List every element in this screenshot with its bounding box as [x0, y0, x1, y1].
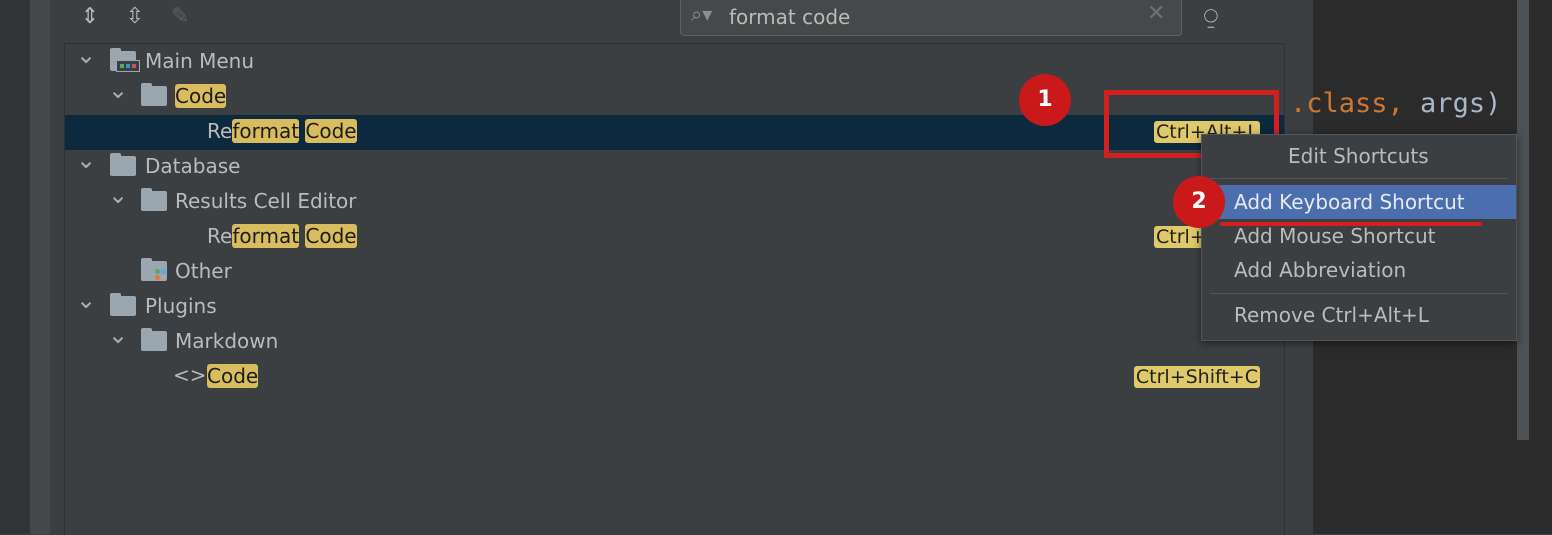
- label-text: Re: [207, 119, 233, 143]
- menu-item-label: Add Abbreviation: [1234, 258, 1407, 282]
- search-match: Code: [175, 84, 227, 108]
- menu-item-label: Remove Ctrl+Alt+L: [1234, 303, 1429, 327]
- menu-folder-icon: [110, 48, 140, 72]
- tree-row-label: Database: [145, 154, 240, 178]
- search-icon[interactable]: ⌕▾: [691, 2, 712, 26]
- tree-row-label: Results Cell Editor: [175, 189, 357, 213]
- chevron-down-icon[interactable]: ⌄: [76, 286, 96, 314]
- label-text: Re: [207, 224, 233, 248]
- keymap-tree[interactable]: ⌄ Main Menu ⌄ Code Reformat Code Ctrl+Alt+L ⌄ D…: [64, 41, 1285, 535]
- search-match: Code: [305, 224, 357, 248]
- folder-icon: [110, 293, 136, 316]
- tree-row-label: Code: [207, 364, 259, 388]
- label-text: Other: [175, 259, 232, 283]
- shortcut-badge: Ctrl+Shift+C: [1133, 366, 1260, 388]
- other-folder-icon: [141, 258, 167, 281]
- tree-row[interactable]: ⌄ Results Cell Editor: [65, 181, 1284, 220]
- annotation-underline: [1220, 222, 1482, 226]
- chevron-down-icon[interactable]: ⌄: [108, 321, 128, 349]
- tree-row-label: Plugins: [145, 294, 217, 318]
- tree-row[interactable]: ⌄ Plugins: [65, 286, 1284, 325]
- tree-row[interactable]: Reformat CodeCtrl+Alt+L: [65, 220, 1284, 255]
- menu-item-label: Add Keyboard Shortcut: [1234, 190, 1465, 214]
- menu-item-remove-shortcut[interactable]: Remove Ctrl+Alt+L: [1202, 298, 1516, 332]
- tree-row-label: Markdown: [175, 329, 278, 353]
- editor-scrollbar[interactable]: [1517, 0, 1529, 440]
- menu-item-label: Edit Shortcuts: [1288, 144, 1429, 168]
- code-keyword: .class,: [1290, 88, 1404, 119]
- close-icon[interactable]: ✕: [1147, 1, 1165, 26]
- search-match: format: [232, 224, 300, 248]
- label-text: Database: [145, 154, 241, 178]
- tree-row-label: Reformat Code: [207, 224, 357, 248]
- collapse-all-icon[interactable]: ⇳: [120, 2, 150, 32]
- search-match: format: [232, 119, 300, 143]
- tree-row-label: Reformat Code: [207, 119, 357, 143]
- menu-separator: [1210, 178, 1508, 179]
- chevron-down-icon[interactable]: ⌄: [76, 41, 96, 69]
- chevron-down-icon[interactable]: ⌄: [108, 181, 128, 209]
- expand-all-icon[interactable]: ⇕: [75, 2, 105, 32]
- menu-separator: [1210, 293, 1508, 294]
- pencil-icon: ✎: [170, 4, 190, 29]
- search-input[interactable]: [727, 1, 1131, 33]
- search-field[interactable]: ⌕▾ ✕: [680, 0, 1182, 36]
- code-icon: <>: [173, 363, 207, 387]
- chevron-down-icon[interactable]: ⌄: [76, 146, 96, 174]
- label-text: Markdown: [175, 329, 279, 353]
- context-menu: Edit Shortcuts Add Keyboard Shortcut Add…: [1201, 134, 1517, 341]
- folder-icon: [110, 153, 136, 176]
- tree-row[interactable]: ⌄ Database: [65, 146, 1284, 185]
- menu-item-add-keyboard-shortcut[interactable]: Add Keyboard Shortcut: [1202, 185, 1516, 219]
- search-match: Code: [305, 119, 357, 143]
- menu-item-add-abbreviation[interactable]: Add Abbreviation: [1202, 253, 1516, 287]
- tree-row[interactable]: ⌄ Markdown: [65, 321, 1284, 360]
- tree-row[interactable]: ⌄ Code: [65, 76, 1284, 115]
- step-badge-2: 2: [1173, 176, 1225, 228]
- folder-icon: [141, 328, 167, 351]
- chevron-down-icon[interactable]: ⌄: [108, 76, 128, 104]
- folder-icon: [141, 188, 167, 211]
- search-match: Code: [207, 364, 259, 388]
- left-scrollbar[interactable]: [30, 0, 50, 534]
- code-line: .class, args): [1290, 88, 1501, 119]
- step-badge-1: 1: [1019, 74, 1071, 126]
- tree-row[interactable]: Other: [65, 255, 1284, 290]
- tree-row[interactable]: Reformat CodeCtrl+Alt+L: [65, 115, 1284, 150]
- label-text: Results Cell Editor: [175, 189, 357, 213]
- menu-item-edit-shortcuts[interactable]: Edit Shortcuts: [1202, 139, 1516, 173]
- folder-icon: [141, 83, 167, 106]
- label-text: Plugins: [145, 294, 217, 318]
- tree-row[interactable]: ⌄ Main Menu: [65, 41, 1284, 80]
- code-text: args): [1403, 88, 1502, 119]
- tree-row-label: Code: [175, 84, 227, 108]
- label-text: Main Menu: [145, 49, 255, 73]
- tree-row-label: Other: [175, 259, 232, 283]
- find-shortcut-icon[interactable]: ⍜: [1195, 2, 1227, 34]
- left-tool-strip: [0, 0, 30, 534]
- tree-row-label: Main Menu: [145, 49, 254, 73]
- tree-row[interactable]: <> Code Ctrl+Shift+C: [65, 360, 1284, 395]
